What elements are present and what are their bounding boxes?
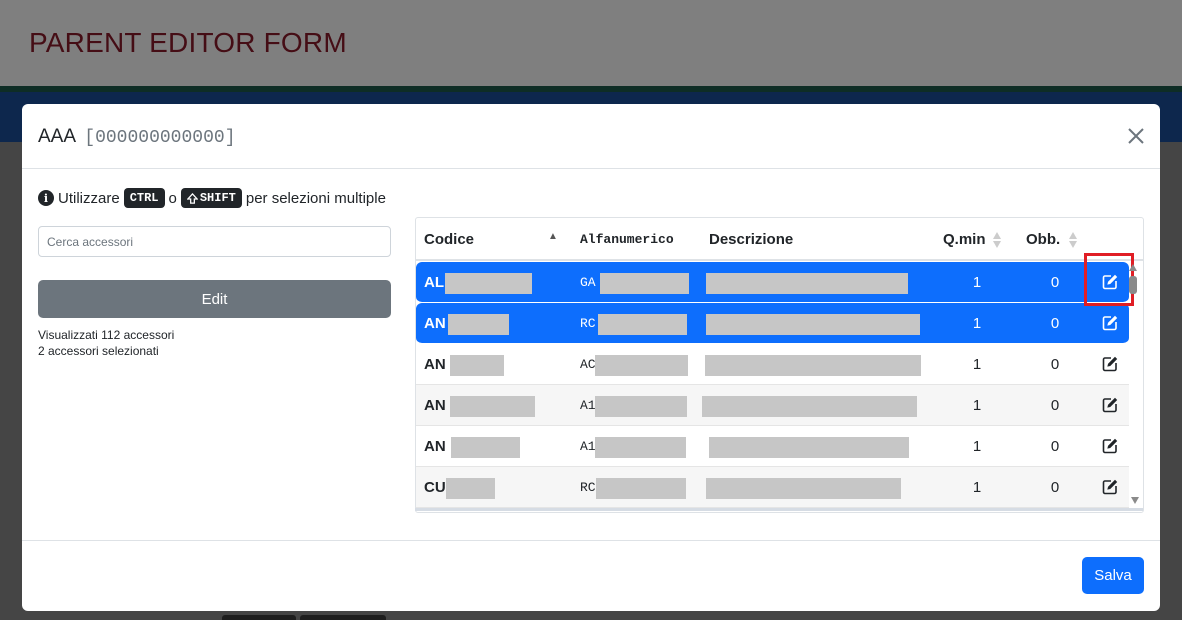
cell-qmin: 1 — [972, 315, 982, 332]
ctrl-key-label: CTRL — [129, 191, 159, 205]
modal-title-code: [000000000000] — [84, 128, 236, 148]
cell-alfanumerico: RC — [580, 316, 596, 331]
table-row[interactable]: AN RC 1 0 — [416, 303, 1129, 344]
modal-header: AAA [000000000000] — [22, 104, 1160, 169]
redacted-text — [706, 478, 901, 499]
shift-key-badge: SHIFT — [180, 188, 242, 208]
redacted-text — [600, 273, 689, 294]
cell-alfanumerico: A1 — [580, 439, 596, 454]
shift-icon — [186, 192, 198, 204]
table-row[interactable]: AN AC 1 0 — [416, 344, 1129, 385]
ctrl-key-badge: CTRL — [123, 188, 165, 208]
edit-icon[interactable] — [1102, 315, 1118, 331]
accessories-table: Codice ▲ Alfanumerico Descrizione Q.min … — [415, 217, 1144, 513]
redacted-text — [598, 314, 687, 335]
cell-obb: 0 — [1050, 274, 1060, 291]
redacted-text — [445, 273, 532, 294]
cell-qmin: 1 — [972, 479, 982, 496]
cell-qmin: 1 — [972, 274, 982, 291]
redacted-text — [702, 396, 917, 417]
cell-qmin: 1 — [972, 438, 982, 455]
hint-prefix: Utilizzare — [58, 189, 120, 207]
redacted-text — [448, 314, 509, 335]
multiselect-hint: i Utilizzare CTRL o SHIFT per selezioni … — [38, 187, 386, 209]
cell-codice: CU — [424, 479, 446, 496]
redacted-text — [706, 314, 920, 335]
redacted-text — [706, 273, 908, 294]
modal-footer-divider — [22, 540, 1160, 541]
redacted-text — [595, 396, 687, 417]
cell-obb: 0 — [1050, 315, 1060, 332]
cell-alfanumerico: AC — [580, 357, 596, 372]
cell-alfanumerico: A1 — [580, 398, 596, 413]
search-input[interactable] — [38, 226, 391, 257]
hint-or: o — [168, 189, 177, 207]
redacted-text — [446, 478, 495, 499]
cell-codice: AN — [424, 315, 446, 332]
scroll-up-arrow[interactable] — [1129, 264, 1137, 271]
column-header-codice[interactable]: Codice — [424, 231, 474, 248]
table-header: Codice ▲ Alfanumerico Descrizione Q.min … — [416, 218, 1143, 261]
edit-icon[interactable] — [1102, 356, 1118, 372]
save-button[interactable]: Salva — [1082, 557, 1144, 594]
cell-obb: 0 — [1050, 479, 1060, 496]
table-row[interactable]: CU RC 1 0 — [416, 467, 1129, 508]
selection-info: Visualizzati 112 accessori 2 accessori s… — [38, 327, 174, 359]
cell-obb: 0 — [1050, 356, 1060, 373]
redacted-text — [709, 437, 909, 458]
accessory-modal: AAA [000000000000] i Utilizzare CTRL o S… — [22, 104, 1160, 611]
close-icon[interactable] — [1126, 126, 1146, 146]
sort-icon[interactable] — [1069, 232, 1077, 248]
cell-alfanumerico: RC — [580, 480, 596, 495]
redacted-text — [450, 396, 535, 417]
redacted-text — [596, 478, 686, 499]
column-header-obb[interactable]: Obb. — [1026, 231, 1060, 248]
info-icon: i — [38, 190, 54, 206]
edit-icon[interactable] — [1102, 479, 1118, 495]
redacted-text — [595, 437, 686, 458]
column-header-qmin[interactable]: Q.min — [943, 231, 986, 248]
edit-button[interactable]: Edit — [38, 280, 391, 318]
table-row[interactable]: AN A1 1 0 — [416, 426, 1129, 467]
horizontal-scrollbar[interactable] — [415, 508, 1143, 511]
highlight-box — [1084, 253, 1134, 306]
cell-qmin: 1 — [972, 397, 982, 414]
cell-alfanumerico: GA — [580, 275, 596, 290]
column-header-descrizione[interactable]: Descrizione — [709, 231, 793, 248]
cell-codice: AN — [424, 397, 446, 414]
sort-icon[interactable] — [993, 232, 1001, 248]
cell-codice: AN — [424, 438, 446, 455]
cell-codice: AN — [424, 356, 446, 373]
column-header-alfanumerico[interactable]: Alfanumerico — [580, 232, 674, 247]
selected-count: 2 accessori selezionati — [38, 344, 159, 358]
edit-icon[interactable] — [1102, 397, 1118, 413]
cell-codice: AL — [424, 274, 444, 291]
table-row[interactable]: AL GA 1 0 — [416, 262, 1129, 303]
redacted-text — [705, 355, 921, 376]
redacted-text — [450, 355, 504, 376]
sort-asc-icon[interactable]: ▲ — [548, 231, 558, 242]
cell-qmin: 1 — [972, 356, 982, 373]
scroll-down-arrow[interactable] — [1131, 497, 1139, 504]
cell-obb: 0 — [1050, 397, 1060, 414]
shift-key-label: SHIFT — [199, 191, 236, 205]
hint-suffix: per selezioni multiple — [245, 189, 386, 207]
table-row[interactable]: AN A1 1 0 — [416, 385, 1129, 426]
modal-title: AAA [000000000000] — [38, 126, 236, 148]
cell-obb: 0 — [1050, 438, 1060, 455]
shown-count: Visualizzati 112 accessori — [38, 328, 175, 342]
redacted-text — [451, 437, 520, 458]
edit-icon[interactable] — [1102, 438, 1118, 454]
redacted-text — [595, 355, 688, 376]
modal-title-text: AAA — [38, 126, 75, 147]
scrollbar-thumb[interactable] — [1129, 276, 1137, 294]
